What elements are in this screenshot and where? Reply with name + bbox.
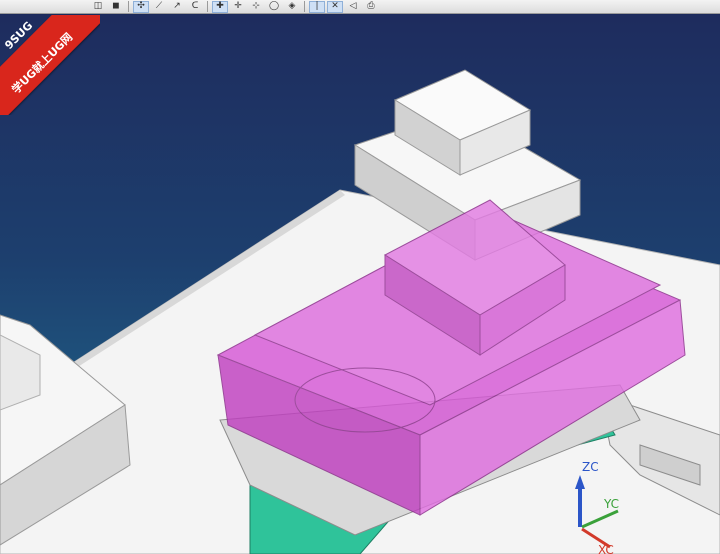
- toolbar-separator: [128, 1, 129, 12]
- arc-icon[interactable]: ↗: [169, 1, 185, 13]
- curve-icon[interactable]: ᑕ: [187, 1, 203, 13]
- print-icon[interactable]: ⎙: [363, 1, 379, 13]
- center-icon[interactable]: ⊹: [248, 1, 264, 13]
- zc-label: ZC: [582, 460, 599, 474]
- quadrant-icon[interactable]: ◈: [284, 1, 300, 13]
- on-curve-icon[interactable]: |: [309, 0, 325, 13]
- toolbar-separator: [304, 1, 305, 12]
- cube-icon[interactable]: ◼: [108, 1, 124, 13]
- wcs-triad: ZC YC XC: [575, 460, 619, 554]
- line-icon[interactable]: ⟋: [151, 1, 167, 13]
- xc-label: XC: [598, 543, 614, 554]
- yc-label: YC: [603, 497, 619, 511]
- midpoint-icon[interactable]: ✛: [230, 1, 246, 13]
- yc-axis: [581, 509, 619, 529]
- snap-point-icon[interactable]: ✣: [133, 0, 149, 13]
- graphics-viewport[interactable]: 9SUG 学UG就上UG网 ZC YC XC: [0, 15, 720, 554]
- circle-center-icon[interactable]: ◯: [266, 1, 282, 13]
- watermark-ribbon: 9SUG 学UG就上UG网: [0, 15, 100, 115]
- intersection-icon[interactable]: ✕: [327, 0, 343, 13]
- endpoint-icon[interactable]: ✚: [212, 0, 228, 13]
- zc-arrow: [575, 475, 585, 489]
- toolbar-separator: [207, 1, 208, 12]
- wireframe-icon[interactable]: ◫: [90, 1, 106, 13]
- toolbar: ◫ ◼ ✣ ⟋ ↗ ᑕ ✚ ✛ ⊹ ◯ ◈ | ✕ ◁ ⎙: [0, 0, 720, 14]
- view-icon[interactable]: ◁: [345, 1, 361, 13]
